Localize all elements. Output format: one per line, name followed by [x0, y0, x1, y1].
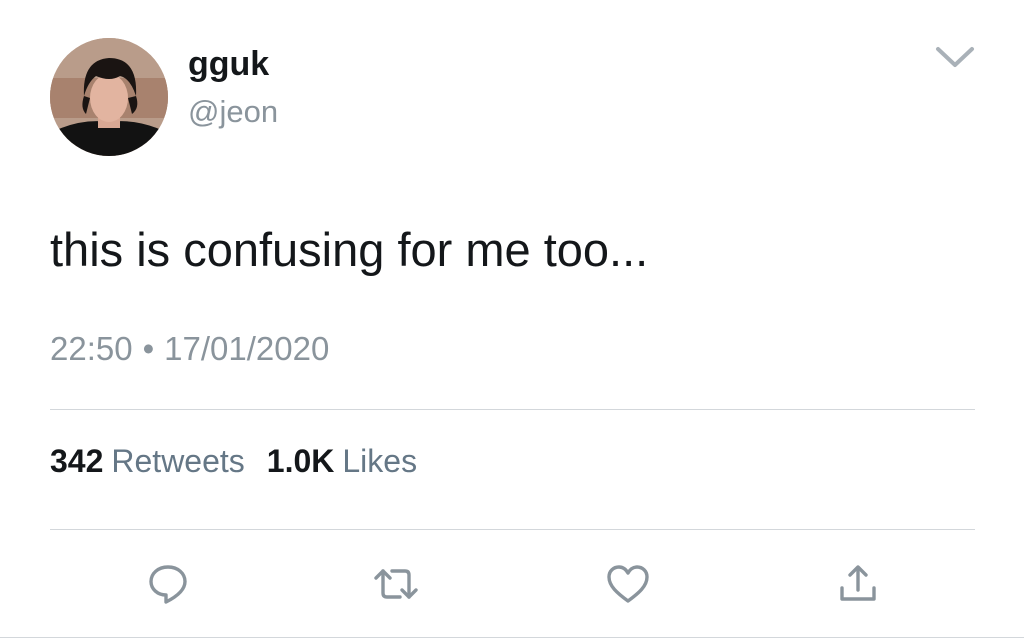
- tweet-stats: 342 Retweets 1.0K Likes: [50, 441, 439, 481]
- tweet-time: 22:50: [50, 330, 133, 367]
- share-icon: [840, 565, 876, 601]
- like-button[interactable]: [604, 560, 652, 608]
- likes-label: Likes: [342, 443, 418, 479]
- retweet-button[interactable]: [372, 560, 420, 608]
- divider: [50, 409, 975, 410]
- display-name[interactable]: gguk: [188, 44, 269, 84]
- profile-photo-icon: [50, 38, 168, 156]
- heart-icon: [607, 565, 649, 603]
- avatar[interactable]: [50, 38, 168, 156]
- retweets-label: Retweets: [111, 443, 245, 479]
- timestamp-separator: •: [142, 330, 155, 367]
- reply-button[interactable]: [144, 560, 192, 608]
- tweet-date: 17/01/2020: [164, 330, 330, 367]
- divider: [50, 529, 975, 530]
- likes-count: 1.0K: [266, 443, 335, 479]
- likes-stat[interactable]: 1.0K Likes: [267, 441, 417, 481]
- retweets-stat[interactable]: 342 Retweets: [50, 441, 245, 481]
- tweet-timestamp[interactable]: 22:50 • 17/01/2020: [50, 329, 329, 369]
- retweet-icon: [374, 569, 418, 599]
- user-handle[interactable]: @jeon: [188, 93, 278, 131]
- chevron-down-icon[interactable]: [933, 42, 977, 72]
- bottom-border: [0, 637, 1024, 638]
- reply-icon: [149, 565, 187, 604]
- tweet-text: this is confusing for me too...: [50, 223, 649, 276]
- tweet-card: gguk @jeon this is confusing for me too.…: [0, 0, 1024, 640]
- share-button[interactable]: [834, 560, 882, 608]
- retweets-count: 342: [50, 443, 104, 479]
